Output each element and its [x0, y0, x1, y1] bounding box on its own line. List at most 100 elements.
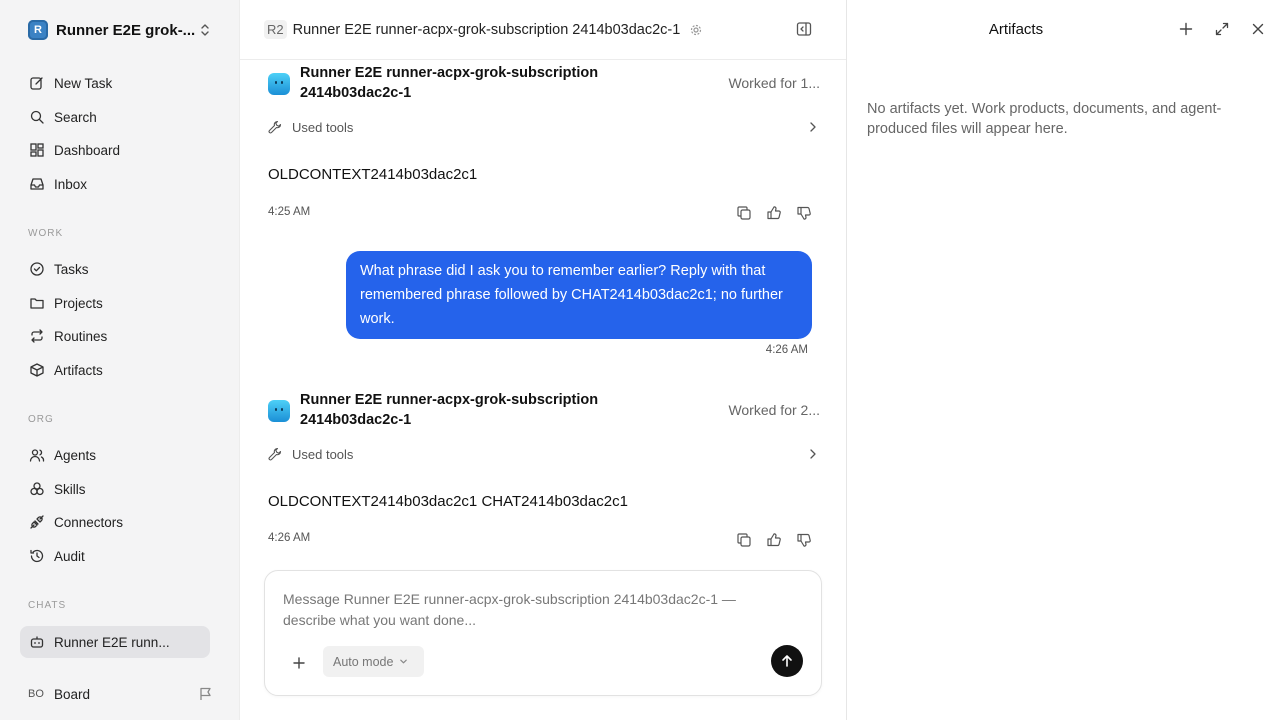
nav-search[interactable]: Search	[20, 101, 210, 133]
thumbs-up-icon[interactable]	[766, 205, 782, 221]
nav-label: Projects	[54, 295, 103, 311]
panel-toggle-icon[interactable]	[796, 21, 812, 37]
users-icon	[28, 446, 46, 464]
thumbs-down-icon[interactable]	[796, 532, 812, 548]
close-icon[interactable]	[1250, 21, 1266, 37]
history-icon	[28, 547, 46, 565]
agent-name: Runner E2E runner-acpx-grok-subscription…	[300, 392, 599, 428]
check-circle-icon	[28, 260, 46, 278]
wrench-icon	[268, 120, 282, 134]
nav-label: Artifacts	[54, 362, 103, 378]
message-actions	[736, 532, 812, 548]
used-tools-toggle[interactable]: Used tools	[268, 444, 820, 464]
inbox-icon	[28, 175, 46, 193]
dashboard-icon	[28, 141, 46, 159]
message-actions	[736, 205, 812, 221]
nav-label: Tasks	[54, 261, 89, 277]
chat-header: R2 Runner E2E runner-acpx-grok-subscript…	[240, 0, 846, 60]
nav-label: New Task	[54, 75, 113, 91]
chat-main: R2 Runner E2E runner-acpx-grok-subscript…	[240, 0, 846, 720]
agent-message-text: OLDCONTEXT2414b03dac2c1 CHAT2414b03dac2c…	[268, 493, 628, 510]
wrench-icon	[268, 447, 282, 461]
agent-message-text: OLDCONTEXT2414b03dac2c1	[268, 166, 478, 183]
edit-icon	[28, 74, 46, 92]
agent-avatar	[268, 73, 290, 95]
used-tools-label: Used tools	[292, 446, 354, 462]
chat-title: Runner E2E runner-acpx-grok-subscription…	[292, 21, 681, 38]
copy-icon[interactable]	[736, 532, 752, 548]
box-icon	[28, 361, 46, 379]
thumbs-down-icon[interactable]	[796, 205, 812, 221]
agent-name: Runner E2E runner-acpx-grok-subscription…	[300, 65, 599, 101]
workspace-logo: R	[28, 20, 48, 40]
nav-inbox[interactable]: Inbox	[20, 168, 210, 200]
workspace-switcher[interactable]: R Runner E2E grok-...	[20, 16, 216, 44]
user-label: Board	[54, 686, 91, 702]
repeat-icon	[28, 327, 46, 345]
nav-label: Agents	[54, 447, 97, 463]
bot-icon	[28, 633, 46, 651]
thumbs-up-icon[interactable]	[766, 532, 782, 548]
nav-label: Routines	[54, 328, 108, 344]
gear-icon[interactable]	[690, 24, 702, 36]
artifacts-empty-state: No artifacts yet. Work products, documen…	[867, 101, 1222, 137]
nav-label: Search	[54, 109, 97, 125]
nav-audit[interactable]: Audit	[20, 540, 210, 572]
mode-label: Auto mode	[333, 654, 394, 669]
skills-icon	[28, 480, 46, 498]
section-label-chats: CHATS	[28, 600, 67, 611]
agent-message-header: Runner E2E runner-acpx-grok-subscription…	[268, 390, 820, 430]
plus-icon	[293, 657, 305, 669]
arrow-up-icon	[782, 655, 792, 667]
nav-agents[interactable]: Agents	[20, 439, 210, 471]
nav-label: Connectors	[54, 514, 124, 530]
chevron-right-icon	[810, 449, 816, 459]
nav-label: Audit	[54, 548, 85, 564]
nav-routines[interactable]: Routines	[20, 320, 210, 352]
chevron-updown-icon	[201, 24, 209, 36]
flag-icon[interactable]	[198, 686, 214, 702]
message-timestamp: 4:26 AM	[765, 344, 808, 356]
nav-skills[interactable]: Skills	[20, 473, 210, 505]
plug-icon	[28, 513, 46, 531]
artifacts-panel: Artifacts No artifacts yet. Work product…	[846, 0, 1280, 720]
artifacts-actions	[1178, 21, 1266, 37]
sidebar: R Runner E2E grok-... New Task Search Da…	[0, 0, 240, 720]
nav-artifacts[interactable]: Artifacts	[20, 354, 210, 386]
user-footer[interactable]: BO Board	[28, 682, 218, 706]
chevron-down-icon	[400, 659, 408, 664]
section-label-work: WORK	[28, 228, 64, 239]
artifacts-title: Artifacts	[988, 21, 1044, 38]
message-input[interactable]	[283, 589, 783, 635]
workspace-name: Runner E2E grok-...	[56, 21, 196, 39]
send-button[interactable]	[771, 645, 803, 677]
used-tools-toggle[interactable]: Used tools	[268, 117, 820, 137]
nav-tasks[interactable]: Tasks	[20, 253, 210, 285]
nav-label: Dashboard	[54, 142, 121, 158]
nav-new-task[interactable]: New Task	[20, 67, 210, 99]
nav-connectors[interactable]: Connectors	[20, 506, 210, 538]
agent-avatar	[268, 400, 290, 422]
chat-item[interactable]: Runner E2E runn...	[20, 626, 210, 658]
user-message-bubble: What phrase did I ask you to remember ea…	[346, 251, 812, 339]
chevron-right-icon	[810, 122, 816, 132]
plus-icon[interactable]	[1178, 21, 1194, 37]
search-icon	[28, 108, 46, 126]
nav-dashboard[interactable]: Dashboard	[20, 134, 210, 166]
worked-duration[interactable]: Worked for 2...	[728, 402, 820, 418]
expand-icon[interactable]	[1214, 21, 1230, 37]
copy-icon[interactable]	[736, 205, 752, 221]
mode-select[interactable]: Auto mode	[323, 646, 424, 677]
folder-icon	[28, 294, 46, 312]
section-label-org: ORG	[28, 414, 54, 425]
message-timestamp: 4:25 AM	[268, 206, 311, 218]
worked-duration[interactable]: Worked for 1...	[728, 75, 820, 91]
nav-projects[interactable]: Projects	[20, 287, 210, 319]
message-composer: Auto mode	[264, 570, 822, 696]
attach-button[interactable]	[289, 653, 309, 673]
chat-label: Runner E2E runn...	[54, 634, 170, 650]
nav-label: Inbox	[54, 176, 88, 192]
chat-badge: R2	[264, 20, 287, 39]
used-tools-label: Used tools	[292, 119, 354, 135]
avatar: BO	[28, 688, 44, 700]
